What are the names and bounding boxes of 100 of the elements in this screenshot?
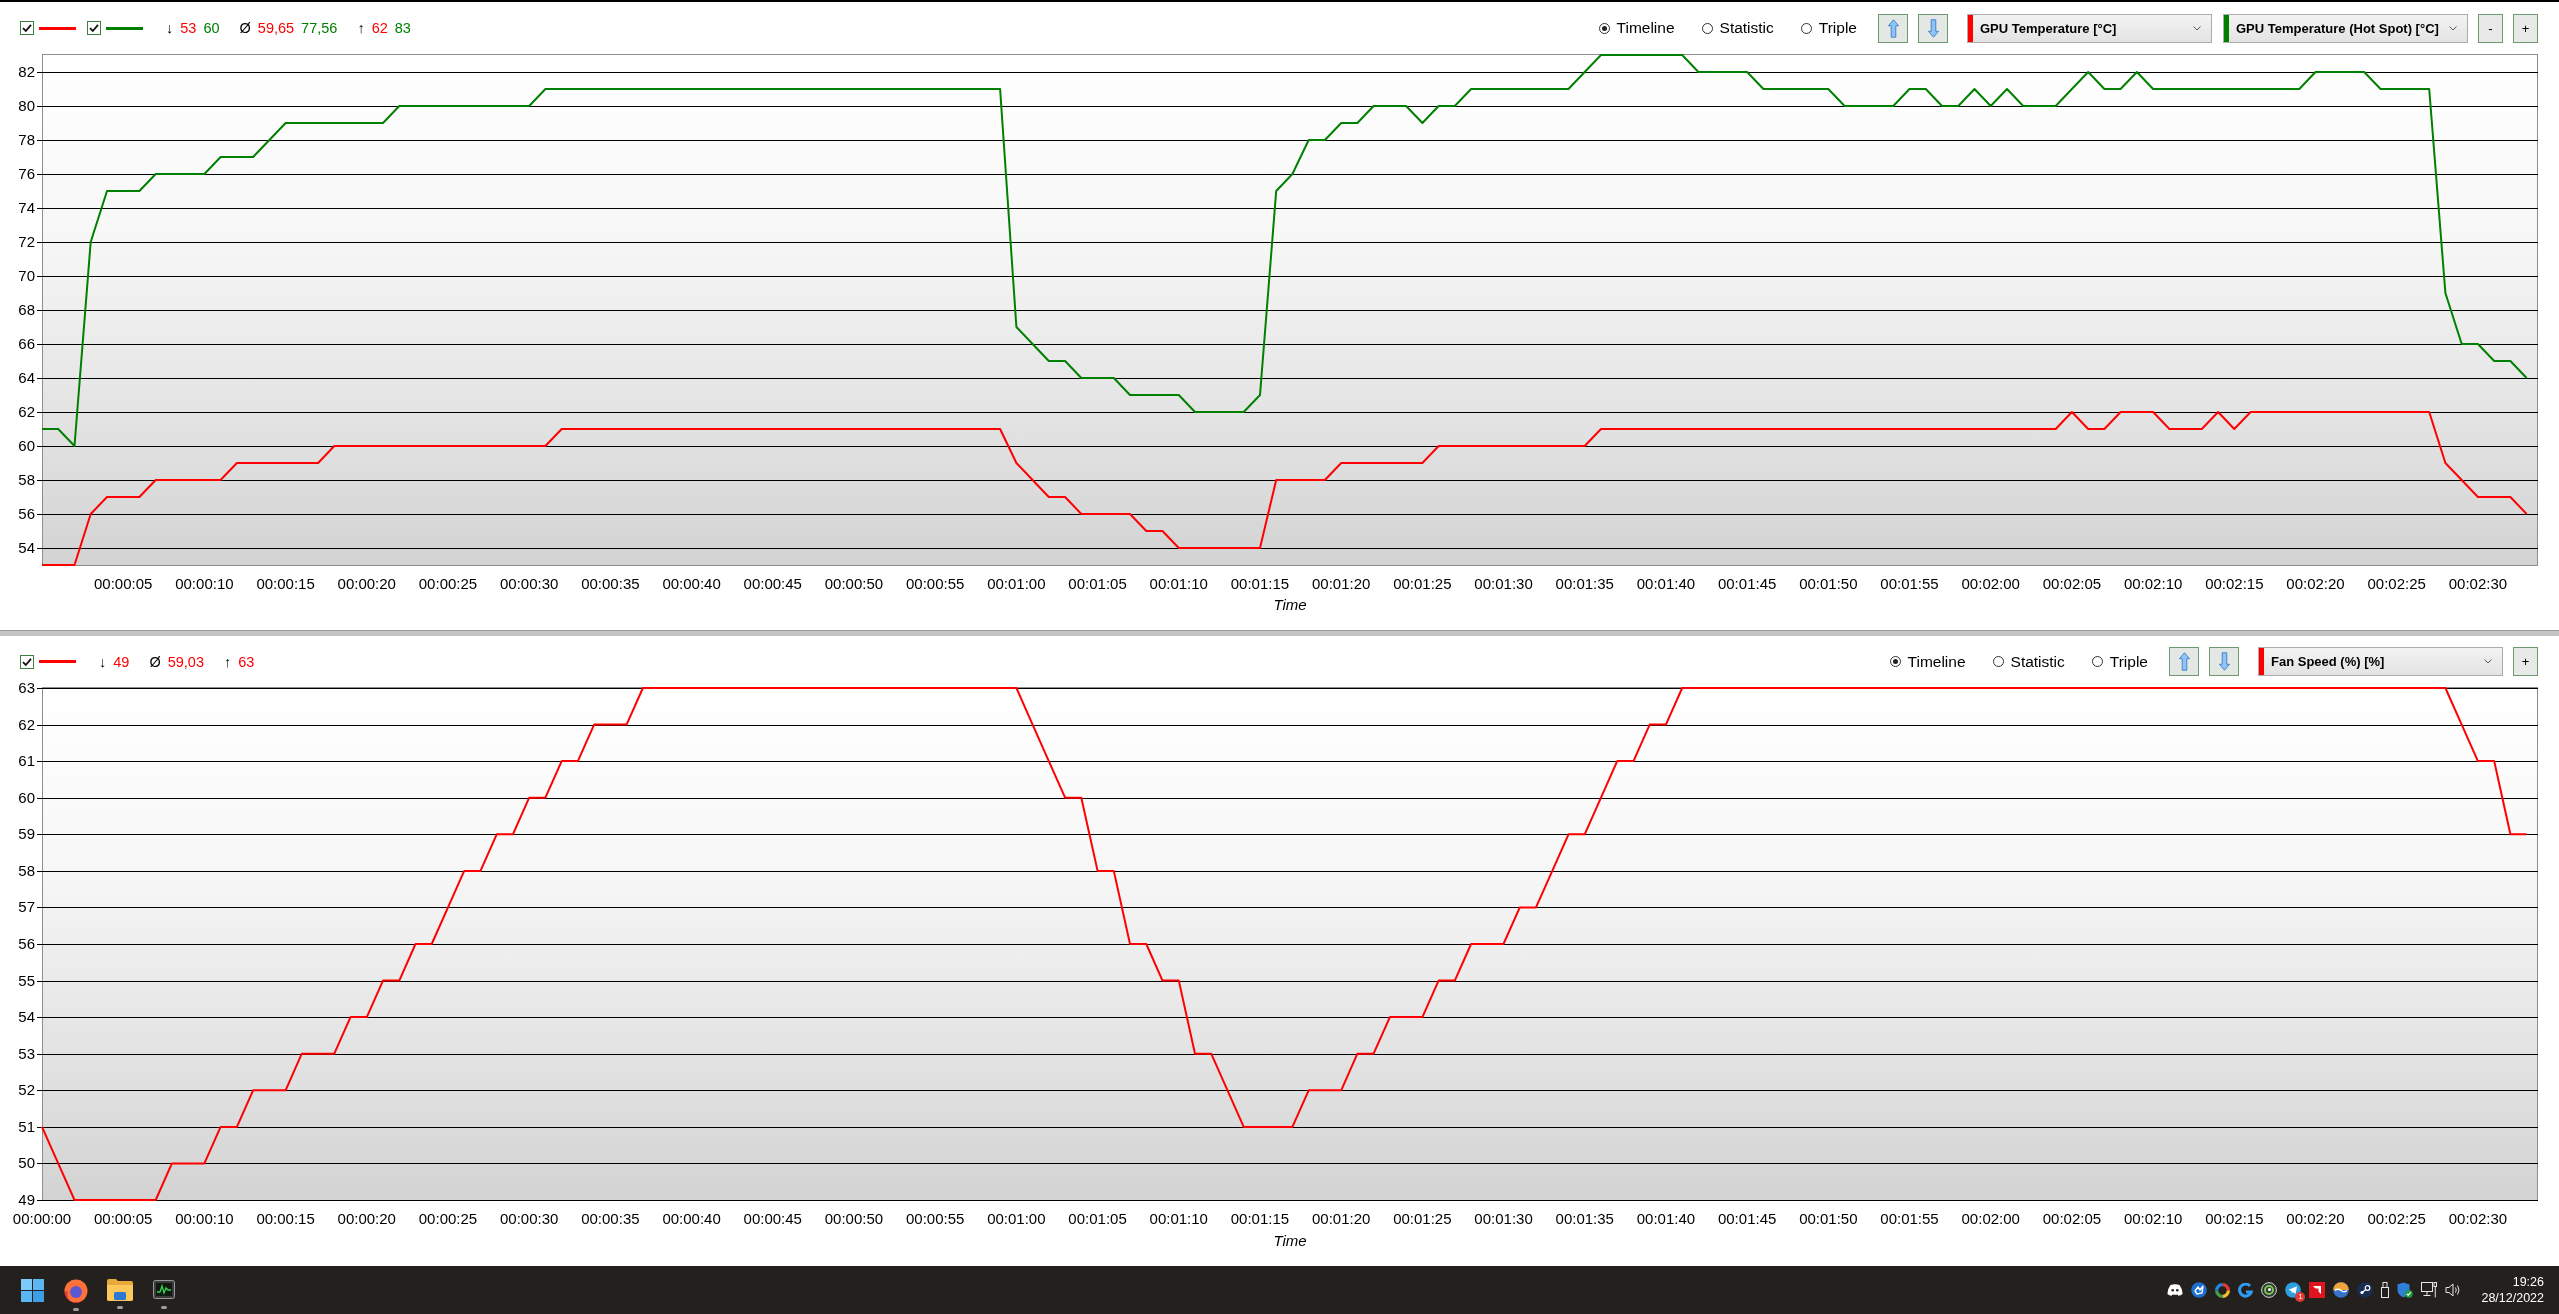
shield-check-icon[interactable] [2397, 1282, 2414, 1298]
x-axis-label: 00:01:45 [1717, 1210, 1777, 1227]
stat-value: 83 [394, 20, 411, 36]
y-axis-label: 59 [18, 825, 35, 843]
x-axis-label: 00:01:20 [1311, 1210, 1371, 1227]
y-axis-label: 54 [18, 1008, 35, 1026]
x-axis-label: 00:01:40 [1636, 575, 1696, 592]
y-axis-label: 64 [18, 369, 35, 386]
x-axis-label: 00:01:20 [1311, 575, 1371, 592]
arc-logo-icon[interactable] [2238, 1282, 2254, 1298]
x-axis-label: 00:00:05 [94, 575, 153, 592]
x-axis-label: 00:00:10 [175, 1210, 234, 1227]
view-radio[interactable]: Timeline [1598, 19, 1675, 37]
view-radio[interactable]: Triple [2091, 652, 2148, 671]
y-axis-label: 76 [18, 165, 35, 182]
chart-monitor-icon[interactable] [153, 1279, 175, 1301]
x-axis-label: 00:01:25 [1393, 575, 1452, 592]
move-down-button[interactable] [2209, 647, 2239, 676]
view-radio[interactable]: Triple [1800, 19, 1857, 37]
x-axis-label: 00:01:00 [987, 575, 1046, 592]
sensor-dropdown[interactable]: GPU Temperature [°C] [1967, 13, 2212, 43]
stat-symbol: ↑ [357, 20, 365, 36]
grid-logo-icon[interactable] [20, 1279, 44, 1302]
x-axis-label: 00:02:15 [2205, 1210, 2264, 1227]
graph-action-button[interactable]: - [2478, 13, 2503, 43]
x-axis-label: 00:01:05 [1068, 575, 1127, 592]
stat-symbol: Ø [149, 653, 161, 670]
splitter-handle[interactable] [0, 630, 2559, 636]
x-axis-label: 00:01:15 [1230, 575, 1290, 592]
x-axis-label: 00:00:15 [256, 1210, 315, 1227]
x-axis-label: 00:01:50 [1799, 1210, 1858, 1227]
folder-icon[interactable] [107, 1279, 133, 1301]
view-radio[interactable]: Statistic [1992, 652, 2065, 671]
x-axis-label: 00:00:55 [905, 575, 965, 592]
usb-drive-icon[interactable] [2381, 1282, 2390, 1298]
arrow-down-icon [2218, 652, 2230, 671]
stat-value: 60 [203, 20, 220, 36]
y-axis-label: 60 [18, 437, 35, 454]
move-up-button[interactable] [2169, 647, 2199, 676]
y-axis-label: 52 [18, 1081, 35, 1099]
target-rings-icon[interactable] [2261, 1282, 2278, 1298]
sensor-dropdown[interactable]: Fan Speed (%) [%] [2258, 647, 2503, 676]
x-axis-label: 00:02:10 [2123, 575, 2183, 592]
y-axis-label: 63 [18, 679, 35, 696]
y-axis-label: 74 [18, 199, 35, 216]
y-axis-label: 51 [18, 1117, 35, 1135]
clock-time: 19:26 [2512, 1274, 2544, 1290]
x-axis-label: 00:02:30 [2448, 1210, 2508, 1227]
checkbox[interactable] [87, 21, 101, 35]
square-logo-icon[interactable] [2309, 1282, 2326, 1298]
volume-icon[interactable] [2445, 1282, 2462, 1298]
stat-symbol: ↑ [223, 653, 232, 670]
stat-value: 49 [113, 653, 130, 670]
y-axis-label: 80 [18, 97, 35, 114]
y-axis-label: 61 [18, 752, 35, 770]
x-axis-label: 00:01:25 [1393, 1210, 1452, 1227]
checkbox[interactable] [20, 654, 34, 669]
key-circle-icon[interactable] [2357, 1282, 2374, 1298]
arrow-up-icon [1887, 18, 1899, 38]
graph-action-button[interactable]: + [2513, 647, 2538, 676]
color-ring-icon[interactable] [2215, 1282, 2231, 1298]
x-axis-label: 00:00:20 [337, 575, 396, 592]
x-axis-label: 00:02:20 [2286, 575, 2345, 592]
globe-icon[interactable] [64, 1279, 88, 1303]
x-axis-label: 00:00:30 [500, 1210, 559, 1227]
x-axis-label: 00:01:30 [1474, 575, 1533, 592]
x-axis-label: 00:00:25 [418, 575, 478, 592]
x-axis-label: 00:02:15 [2205, 575, 2264, 592]
network-icon[interactable] [2421, 1282, 2438, 1298]
stat-value: 62 [371, 20, 388, 36]
y-axis-label: 55 [18, 971, 35, 989]
move-down-button[interactable] [1918, 13, 1948, 43]
y-axis-label: 78 [18, 131, 35, 148]
y-axis-label: 58 [18, 471, 35, 488]
graph-action-button[interactable]: + [2513, 13, 2538, 43]
sensor-dropdown[interactable]: GPU Temperature (Hot Spot) [°C] [2223, 13, 2468, 43]
checkbox[interactable] [20, 21, 34, 35]
x-axis-label: 00:00:45 [743, 575, 802, 592]
x-axis-label: 00:02:05 [2042, 575, 2102, 592]
y-axis-label: 56 [18, 505, 35, 522]
move-up-button[interactable] [1878, 13, 1908, 43]
x-axis-label: 00:02:25 [2367, 1210, 2426, 1227]
x-axis-label: 00:00:40 [662, 575, 721, 592]
view-radio[interactable]: Timeline [1889, 652, 1966, 671]
y-axis-label: 82 [18, 63, 35, 80]
chevron-down-icon [2449, 25, 2457, 31]
x-axis-label: 00:02:30 [2448, 575, 2508, 592]
x-axis-label: 00:00:30 [500, 575, 559, 592]
y-axis-label: 70 [18, 267, 35, 284]
arrow-down-icon [1927, 18, 1939, 38]
stat-symbol: ↓ [99, 653, 107, 670]
x-axis-label: 00:00:50 [824, 575, 884, 592]
x-axis-label: 00:01:05 [1068, 1210, 1127, 1227]
paper-plane-icon[interactable] [2285, 1282, 2302, 1298]
view-radio[interactable]: Statistic [1701, 19, 1774, 37]
game-controller-icon[interactable] [2167, 1284, 2184, 1296]
wave-circle-icon[interactable] [2333, 1282, 2350, 1298]
stat-value: 59,65 [257, 20, 295, 36]
circle-logo-icon[interactable] [2191, 1282, 2208, 1298]
x-axis-label: 00:02:00 [1961, 1210, 2020, 1227]
